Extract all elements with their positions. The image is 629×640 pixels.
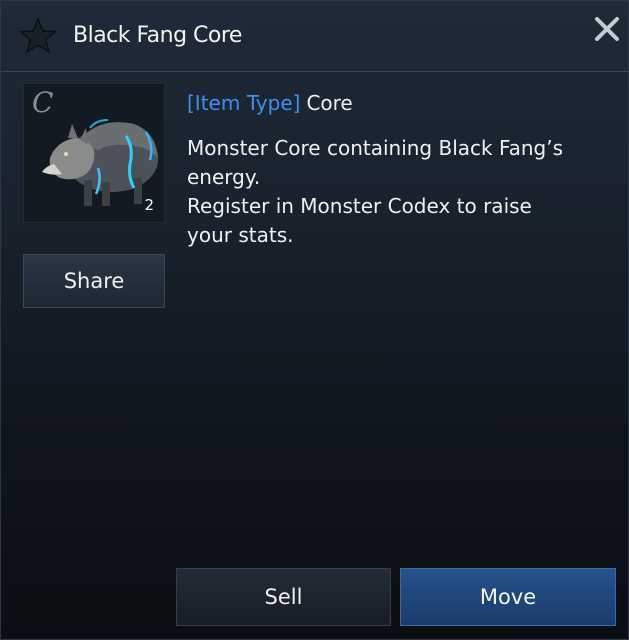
close-icon[interactable] <box>593 15 621 43</box>
item-type-value: Core <box>306 91 353 115</box>
star-icon[interactable] <box>19 17 57 55</box>
share-button[interactable]: Share <box>23 254 165 308</box>
item-description: Monster Core containing Black Fang’s ene… <box>187 136 564 247</box>
item-quantity: 2 <box>144 196 154 214</box>
item-title: Black Fang Core <box>73 23 242 48</box>
item-thumbnail: C 2 <box>23 83 165 223</box>
panel-header: Black Fang Core <box>1 1 628 72</box>
item-type-line: [Item Type] Core <box>187 91 353 115</box>
sell-button[interactable]: Sell <box>176 568 391 626</box>
move-button[interactable]: Move <box>400 568 616 626</box>
item-detail-panel: Black Fang Core C 2 Share [Item Type] Co… <box>0 0 629 640</box>
item-type-label: [Item Type] <box>187 91 301 115</box>
